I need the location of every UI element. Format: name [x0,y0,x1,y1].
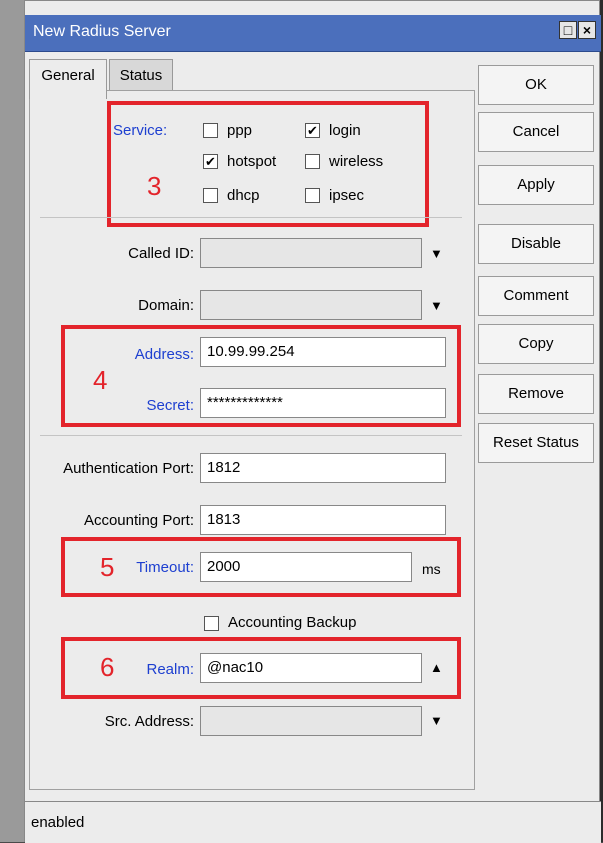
auth-port-field[interactable]: 1812 [200,453,446,483]
called-id-dropdown-icon[interactable]: ▼ [430,246,443,261]
src-address-field[interactable] [200,706,422,736]
background-left-strip [0,0,24,842]
domain-field[interactable] [200,290,422,320]
annotation-number-4: 4 [93,365,108,395]
copy-button[interactable]: Copy [478,324,594,364]
comment-button[interactable]: Comment [478,276,594,316]
status-bar: enabled [25,801,601,843]
domain-dropdown-icon[interactable]: ▼ [430,298,443,313]
remove-button[interactable]: Remove [478,374,594,414]
status-text: enabled [31,814,85,831]
window-title: New Radius Server [33,23,171,40]
accounting-backup-checkbox[interactable] [204,616,219,631]
annotation-box-6 [61,637,461,699]
apply-button[interactable]: Apply [478,165,594,205]
annotation-number-3: 3 [147,171,162,201]
domain-label: Domain: [138,297,194,314]
ok-button[interactable]: OK [478,65,594,105]
section-divider [40,217,462,218]
title-bar[interactable]: New Radius Server □ × [25,15,601,52]
auth-port-label: Authentication Port: [63,460,194,477]
reset-status-button[interactable]: Reset Status [478,423,594,463]
general-panel: Service: ppp ✔ login ✔ hotspot wireless … [29,90,475,790]
src-address-dropdown-icon[interactable]: ▼ [430,713,443,728]
close-icon[interactable]: × [578,21,596,39]
annotation-box-4 [61,325,461,427]
annotation-number-6: 6 [100,652,115,682]
acct-port-field[interactable]: 1813 [200,505,446,535]
tab-general[interactable]: General [29,59,107,99]
section-divider [40,435,462,436]
called-id-label: Called ID: [128,245,194,262]
annotation-number-5: 5 [100,552,115,582]
acct-port-label: Accounting Port: [83,512,194,529]
annotation-box-3 [107,101,429,227]
maximize-icon[interactable]: □ [559,21,577,39]
src-address-label: Src. Address: [104,713,194,730]
disable-button[interactable]: Disable [478,224,594,264]
called-id-field[interactable] [200,238,422,268]
annotation-box-5 [61,537,461,597]
accounting-backup-label: Accounting Backup [228,614,357,631]
cancel-button[interactable]: Cancel [478,112,594,152]
radius-server-dialog: New Radius Server □ × General Status Ser… [24,0,601,843]
